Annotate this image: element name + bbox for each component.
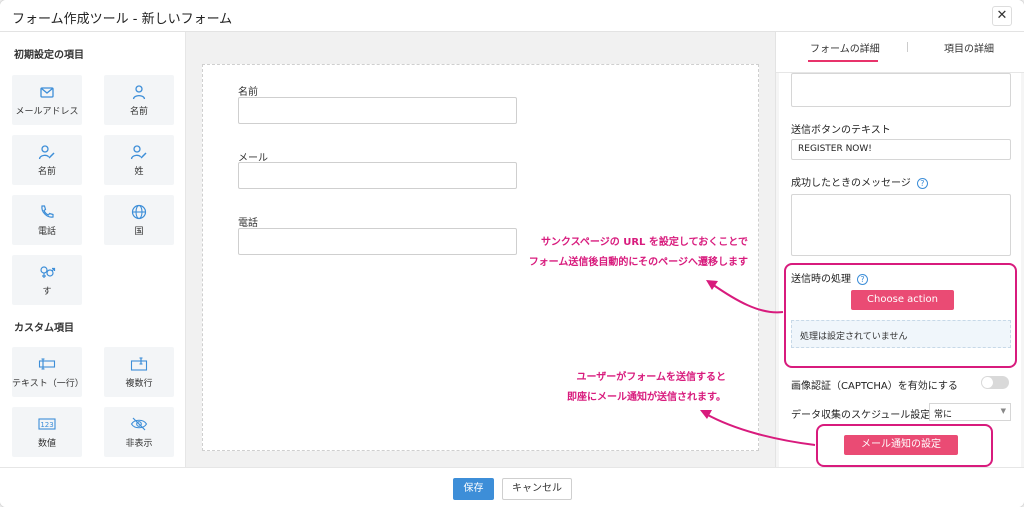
captcha-label: 画像認証（CAPTCHA）を有効にする [791, 381, 958, 392]
success-message-label: 成功したときのメッセージ? [791, 174, 928, 189]
settings-content: 送信ボタンのテキスト REGISTER NOW! 成功したときのメッセージ? 送… [779, 73, 1021, 468]
no-action-placeholder: 処理は設定されていません [791, 320, 1011, 348]
choose-action-button[interactable]: Choose action [851, 290, 954, 310]
phone-icon [41, 205, 54, 218]
schedule-label: データ収集のスケジュール設定 [791, 410, 931, 421]
thankyou-annotation: サンクスページの URL を設定しておくことで フォーム送信後自動的にそのページ… [470, 233, 748, 273]
dialog-footer: 保存 キャンセル [0, 467, 1024, 507]
save-button[interactable]: 保存 [453, 478, 494, 500]
palette-item-phone[interactable]: 電話 [12, 195, 82, 245]
default-fields-heading: 初期設定の項目 [14, 50, 84, 61]
name-input[interactable] [238, 97, 517, 124]
cancel-button[interactable]: キャンセル [502, 478, 572, 500]
single-line-text-icon [38, 358, 56, 370]
palette-item-label: 名前 [37, 167, 56, 177]
person-edit-icon [130, 145, 147, 160]
svg-text:123: 123 [40, 421, 53, 429]
settings-scroll-area: 送信ボタンのテキスト REGISTER NOW! 成功したときのメッセージ? 送… [776, 72, 1024, 468]
close-button[interactable]: ✕ [992, 6, 1012, 26]
field-palette: 初期設定の項目 メールアドレス 名前 名前 姓 電話 国 す カスタム項目 テキ… [0, 32, 186, 467]
palette-item-first-name[interactable]: 名前 [12, 135, 82, 185]
palette-item-label: 名前 [129, 107, 148, 117]
palette-item-label: 国 [134, 227, 144, 237]
multi-line-text-icon [130, 357, 148, 371]
active-tab-indicator [808, 60, 878, 62]
notify-annotation-line1: ユーザーがフォームを送信すると [576, 372, 727, 383]
palette-item-last-name[interactable]: 姓 [104, 135, 174, 185]
palette-item-email[interactable]: メールアドレス [12, 75, 82, 125]
settings-panel: フォームの詳細 項目の詳細 送信ボタンのテキスト REGISTER NOW! 成… [775, 32, 1024, 468]
hidden-eye-icon [130, 417, 148, 431]
palette-item-label: メールアドレス [15, 107, 79, 117]
help-icon[interactable]: ? [916, 178, 928, 189]
number-icon: 123 [38, 418, 56, 430]
palette-item-name[interactable]: 名前 [104, 75, 174, 125]
notify-annotation: ユーザーがフォームを送信すると 即座にメール通知が送信されます。 [500, 368, 726, 408]
email-notification-button[interactable]: メール通知の設定 [844, 435, 958, 455]
chevron-down-icon: ▼ [1000, 407, 1006, 415]
success-message-label-text: 成功したときのメッセージ [791, 178, 911, 189]
palette-item-country[interactable]: 国 [104, 195, 174, 245]
form-builder-dialog: フォーム作成ツール - 新しいフォーム ✕ 初期設定の項目 メールアドレス 名前… [0, 0, 1024, 507]
thankyou-annotation-line2: フォーム送信後自動的にそのページへ遷移します [528, 257, 748, 268]
gender-icon [40, 266, 56, 278]
field-label-name: 名前 [238, 87, 258, 98]
submit-text-input[interactable]: REGISTER NOW! [791, 139, 1011, 160]
palette-item-multi-line-text[interactable]: 複数行 [104, 347, 174, 397]
field-label-phone: 電話 [238, 218, 258, 229]
help-icon[interactable]: ? [857, 274, 868, 285]
window-title: フォーム作成ツール - 新しいフォーム [12, 12, 233, 27]
palette-item-label: 複数行 [125, 379, 153, 389]
palette-item-gender[interactable]: す [12, 255, 82, 305]
tab-form-details[interactable]: フォームの詳細 [810, 40, 880, 55]
previous-setting-input[interactable] [791, 73, 1011, 107]
success-message-textarea[interactable] [791, 194, 1011, 256]
tab-field-details[interactable]: 項目の詳細 [944, 40, 994, 55]
notify-annotation-line2: 即座にメール通知が送信されます。 [567, 392, 726, 403]
thankyou-annotation-line1: サンクスページの URL を設定しておくことで [540, 237, 748, 248]
submit-text-label: 送信ボタンのテキスト [791, 125, 891, 136]
email-input[interactable] [238, 162, 517, 189]
custom-fields-heading: カスタム項目 [14, 323, 74, 334]
person-icon [132, 85, 146, 100]
title-bar: フォーム作成ツール - 新しいフォーム ✕ [0, 0, 1024, 32]
schedule-select-value: 常に [934, 410, 953, 420]
palette-item-label: 非表示 [125, 439, 153, 449]
palette-item-number[interactable]: 123 数値 [12, 407, 82, 457]
schedule-select[interactable]: 常に ▼ [929, 403, 1011, 421]
palette-item-label: 姓 [134, 167, 144, 177]
on-submit-label: 送信時の処理? [791, 270, 868, 285]
palette-item-label: 数値 [37, 439, 56, 449]
person-edit-icon [38, 145, 55, 160]
on-submit-label-text: 送信時の処理 [791, 274, 851, 285]
palette-item-label: 電話 [37, 227, 56, 237]
palette-item-label: す [42, 287, 52, 297]
globe-icon [131, 204, 147, 220]
palette-item-label: テキスト（一行） [12, 379, 84, 389]
captcha-toggle[interactable] [981, 376, 1009, 389]
mail-icon [40, 87, 54, 98]
palette-item-single-line-text[interactable]: テキスト（一行） [12, 347, 84, 397]
palette-item-hidden[interactable]: 非表示 [104, 407, 174, 457]
tab-divider [907, 42, 908, 52]
